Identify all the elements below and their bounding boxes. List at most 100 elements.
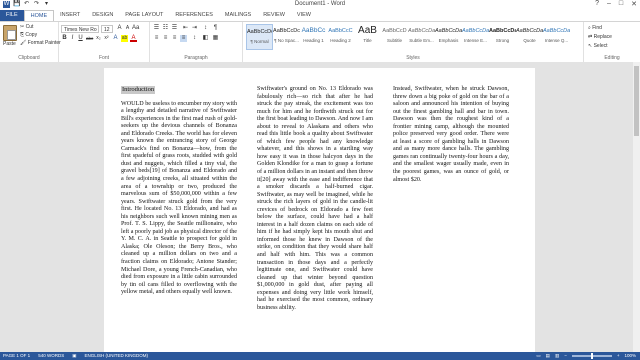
styles-gallery: AaBbCcDc ¶ Normal AaBbCcDc ¶ No Spac... Aa… — [246, 24, 578, 52]
copy-label: Copy — [25, 32, 38, 38]
paste-button[interactable]: Paste — [3, 41, 16, 47]
sort-icon[interactable]: ↕ — [202, 25, 209, 32]
column-1-text[interactable]: WOULD be useless to encumber my story wi… — [121, 101, 237, 297]
zoom-out-icon[interactable]: − — [564, 352, 567, 360]
word-count[interactable]: 540 WORDS — [38, 352, 64, 360]
vertical-scrollbar[interactable] — [633, 62, 640, 352]
clipboard-group-label: Clipboard — [18, 55, 40, 61]
column-3[interactable]: Instead, Swiftwater, when he struck Daws… — [393, 86, 509, 184]
web-layout-icon[interactable]: ▥ — [555, 352, 559, 360]
style-preview: AaBbCcDa — [489, 28, 516, 34]
style-subtitle[interactable]: AaBbCcD Subtitle — [381, 24, 408, 50]
column-2[interactable]: Swiftwater's ground on No. 13 Eldorado w… — [257, 86, 373, 312]
justify-icon[interactable]: ≡ — [180, 35, 187, 42]
language-status[interactable]: ENGLISH (UNITED KINGDOM) — [84, 352, 148, 360]
style-emphasis[interactable]: AaBbCcDa Emphasis — [435, 24, 462, 50]
tab-home[interactable]: HOME — [23, 10, 55, 21]
tab-design[interactable]: DESIGN — [86, 10, 119, 21]
minimize-button[interactable]: – — [607, 0, 611, 8]
align-right-icon[interactable]: ≡ — [171, 35, 178, 42]
font-name-field[interactable]: Times New Ro — [61, 25, 99, 33]
style-heading-1[interactable]: AaBbCc Heading 1 — [300, 24, 327, 50]
window-title: Document1 - Word — [294, 1, 346, 7]
tab-references[interactable]: REFERENCES — [169, 10, 219, 21]
scrollbar-thumb[interactable] — [634, 66, 639, 136]
style-heading-2[interactable]: AaBbCcC Heading 2 — [327, 24, 354, 50]
zoom-level[interactable]: 100% — [624, 352, 636, 360]
increase-indent-icon[interactable]: ⇥ — [191, 25, 198, 32]
superscript-button[interactable]: x² — [103, 35, 110, 42]
text-effects-button[interactable]: A — [112, 35, 119, 42]
proofing-icon[interactable]: ▣ — [72, 352, 76, 360]
copy-button[interactable]: ⎘ Copy — [20, 32, 37, 38]
cut-button[interactable]: ✂ Cut — [20, 24, 33, 30]
find-button[interactable]: ⌕ Find — [588, 25, 602, 31]
font-size-field[interactable]: 12 — [101, 25, 113, 33]
select-button[interactable]: ↖ Select — [588, 43, 608, 49]
style-name: Quote — [523, 38, 536, 43]
font-color-button[interactable]: A — [130, 35, 137, 42]
style-strong[interactable]: AaBbCcDa Strong — [489, 24, 516, 50]
style-preview: AaB — [358, 25, 377, 36]
borders-icon[interactable]: ▦ — [212, 35, 219, 42]
tab-insert[interactable]: INSERT — [54, 10, 86, 21]
style-normal[interactable]: AaBbCcDc ¶ Normal — [246, 24, 273, 50]
line-spacing-icon[interactable]: ↕ — [191, 35, 198, 42]
show-marks-icon[interactable]: ¶ — [212, 25, 219, 32]
heading-introduction[interactable]: Introduction — [121, 86, 156, 94]
format-painter-button[interactable]: 🖌 Format Painter — [20, 40, 61, 46]
cut-label: Cut — [25, 24, 34, 30]
highlight-button[interactable]: ab — [121, 35, 128, 42]
shrink-font-icon[interactable]: A — [124, 25, 131, 32]
style-name: Strong — [495, 38, 510, 43]
style-no-spacing[interactable]: AaBbCcDc ¶ No Spac... — [273, 24, 300, 50]
multilevel-list-icon[interactable]: ☰ — [171, 25, 178, 32]
bold-button[interactable]: B — [61, 35, 68, 42]
style-preview: AaBbCcDa — [516, 28, 543, 34]
tab-view[interactable]: VIEW — [291, 10, 317, 21]
column-3-text[interactable]: Instead, Swiftwater, when he struck Daws… — [393, 86, 509, 184]
style-intense-quote[interactable]: AaBbCcDa Intense Q... — [543, 24, 570, 50]
tab-mailings[interactable]: MAILINGS — [219, 10, 257, 21]
tab-review[interactable]: REVIEW — [257, 10, 291, 21]
style-preview: AaBbCcDa — [462, 28, 489, 34]
style-name: Subtle Em... — [409, 38, 434, 43]
align-left-icon[interactable]: ≡ — [153, 35, 160, 42]
column-1[interactable]: Introduction WOULD be useless to encumbe… — [121, 86, 237, 297]
print-layout-icon[interactable]: ▤ — [546, 352, 550, 360]
align-center-icon[interactable]: ≡ — [162, 35, 169, 42]
style-title[interactable]: AaB Title — [354, 24, 381, 50]
font-group-label: Font — [98, 55, 109, 61]
italic-button[interactable]: I — [69, 35, 76, 42]
change-case-icon[interactable]: Aa — [132, 25, 139, 32]
decrease-indent-icon[interactable]: ⇤ — [182, 25, 189, 32]
tab-file[interactable]: FILE — [0, 10, 24, 21]
numbering-icon[interactable]: ☷ — [162, 25, 169, 32]
replace-button[interactable]: ⇄ Replace — [588, 34, 612, 40]
style-quote[interactable]: AaBbCcDa Quote — [516, 24, 543, 50]
zoom-in-icon[interactable]: + — [617, 352, 620, 360]
window-controls: ? – □ ✕ — [595, 0, 637, 8]
strikethrough-button[interactable]: abc — [86, 35, 93, 42]
grow-font-icon[interactable]: A — [116, 25, 123, 32]
subscript-button[interactable]: x₂ — [95, 35, 102, 42]
close-button[interactable]: ✕ — [631, 0, 637, 8]
style-subtle-emphasis[interactable]: AaBbCcDa Subtle Em... — [408, 24, 435, 50]
help-button[interactable]: ? — [595, 0, 599, 8]
zoom-slider[interactable] — [571, 353, 612, 359]
bullets-icon[interactable]: ☰ — [153, 25, 160, 32]
document-page[interactable]: Introduction WOULD be useless to encumbe… — [104, 68, 535, 352]
brush-icon: 🖌 — [20, 40, 28, 46]
editing-group-label: Editing — [604, 55, 620, 61]
shading-icon[interactable]: ◧ — [202, 35, 209, 42]
maximize-button[interactable]: □ — [619, 0, 623, 8]
paste-icon[interactable] — [3, 25, 17, 41]
style-intense-emphasis[interactable]: AaBbCcDa Intense E... — [462, 24, 489, 50]
document-workspace: Introduction WOULD be useless to encumbe… — [0, 62, 633, 352]
style-preview: AaBbCcDc — [273, 28, 300, 34]
page-count[interactable]: PAGE 1 OF 1 — [3, 352, 30, 360]
read-mode-icon[interactable]: ▭ — [536, 352, 540, 360]
column-2-text[interactable]: Swiftwater's ground on No. 13 Eldorado w… — [257, 86, 373, 312]
tab-page-layout[interactable]: PAGE LAYOUT — [119, 10, 169, 21]
underline-button[interactable]: U — [77, 35, 84, 42]
